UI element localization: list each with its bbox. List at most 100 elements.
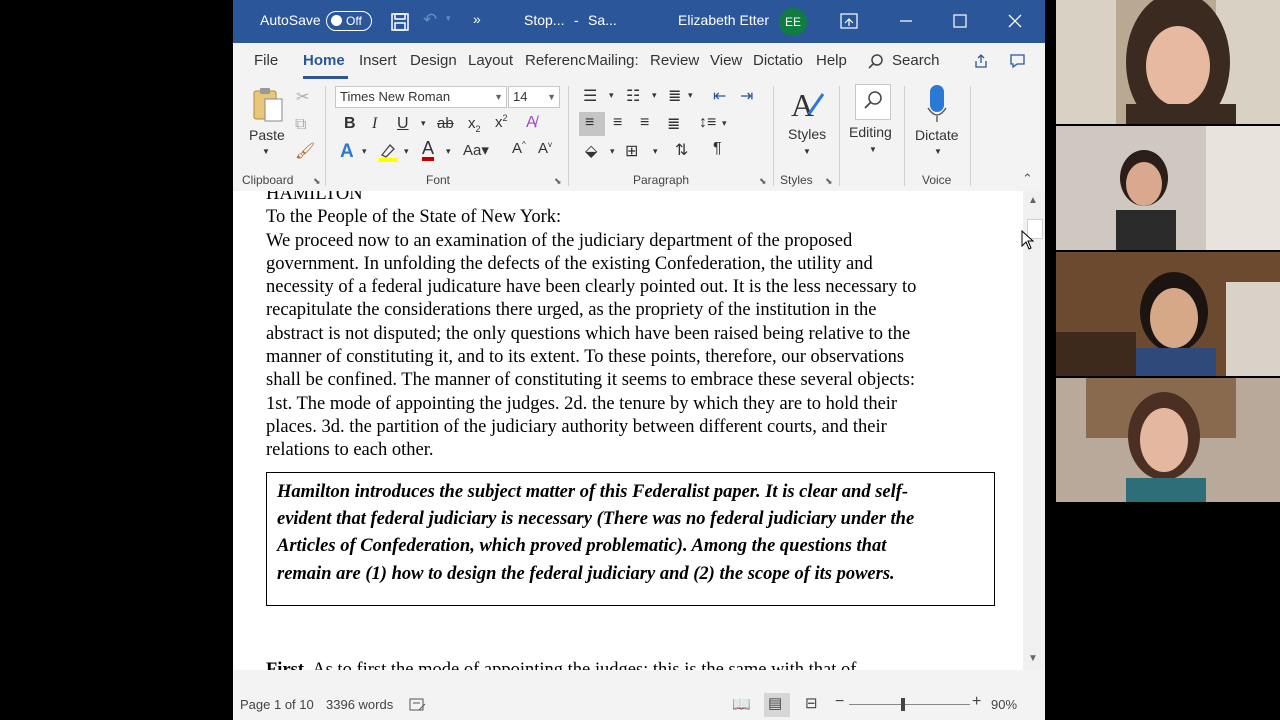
paste-dropdown-icon[interactable]: ▼ bbox=[262, 147, 270, 156]
font-size-dropdown-icon[interactable]: ▼ bbox=[547, 87, 556, 107]
copy-icon[interactable]: ⧉ bbox=[295, 116, 306, 134]
borders-dropdown-icon[interactable]: ▾ bbox=[653, 146, 658, 157]
shrink-font-icon[interactable]: Av bbox=[538, 140, 552, 157]
tab-view[interactable]: View bbox=[710, 52, 742, 69]
tab-home[interactable]: Home bbox=[303, 52, 345, 69]
find-icon[interactable] bbox=[856, 85, 890, 119]
tab-mailings[interactable]: Mailing: bbox=[587, 52, 639, 69]
proofing-icon[interactable] bbox=[409, 698, 427, 712]
collapse-ribbon-icon[interactable]: ⌃ bbox=[1022, 171, 1033, 187]
numbering-icon[interactable]: ☷ bbox=[626, 86, 640, 106]
participant-video-2[interactable] bbox=[1056, 126, 1280, 250]
show-formatting-marks-icon[interactable]: ¶ bbox=[713, 140, 722, 158]
font-color-icon[interactable]: A bbox=[422, 139, 435, 161]
zoom-level[interactable]: 90% bbox=[991, 697, 1017, 712]
subscript-icon[interactable]: x2 bbox=[468, 115, 481, 134]
zoom-in-icon[interactable]: + bbox=[972, 693, 981, 711]
font-name-dropdown-icon[interactable]: ▼ bbox=[494, 87, 503, 107]
share-icon[interactable] bbox=[973, 53, 989, 69]
save-icon[interactable] bbox=[390, 12, 410, 32]
tab-layout[interactable]: Layout bbox=[468, 52, 513, 69]
scroll-down-icon[interactable]: ▼ bbox=[1028, 653, 1038, 664]
font-size-combo[interactable]: 14 ▼ bbox=[508, 86, 560, 108]
document-body[interactable]: HAMILTON To the People of the State of N… bbox=[266, 191, 996, 463]
sort-icon[interactable]: ⇅ bbox=[675, 140, 688, 160]
tab-review[interactable]: Review bbox=[650, 52, 699, 69]
minimize-icon[interactable] bbox=[898, 13, 914, 29]
underline-dropdown-icon[interactable]: ▾ bbox=[421, 118, 426, 129]
editing-dropdown-icon[interactable]: ▼ bbox=[869, 145, 877, 154]
paste-icon[interactable] bbox=[251, 85, 285, 125]
numbering-dropdown-icon[interactable]: ▾ bbox=[652, 90, 657, 101]
multilevel-dropdown-icon[interactable]: ▾ bbox=[688, 90, 693, 101]
document-page[interactable]: HAMILTON To the People of the State of N… bbox=[233, 191, 1023, 670]
maximize-icon[interactable] bbox=[952, 13, 968, 29]
font-name-combo[interactable]: Times New Roman ▼ bbox=[335, 86, 507, 108]
search-icon[interactable] bbox=[867, 53, 885, 71]
styles-button[interactable]: Styles bbox=[788, 126, 826, 142]
zoom-out-icon[interactable]: − bbox=[835, 693, 844, 711]
font-launcher-icon[interactable]: ⬊ bbox=[554, 176, 562, 187]
participant-video-3[interactable] bbox=[1056, 252, 1280, 376]
read-mode-icon[interactable]: 📖 bbox=[732, 695, 751, 713]
paragraph-launcher-icon[interactable]: ⬊ bbox=[759, 176, 767, 187]
styles-launcher-icon[interactable]: ⬊ bbox=[825, 176, 833, 187]
text-effects-dropdown-icon[interactable]: ▾ bbox=[362, 146, 367, 157]
microphone-icon[interactable] bbox=[926, 84, 948, 124]
clear-formatting-icon[interactable]: A̸ bbox=[526, 114, 537, 132]
dictate-dropdown-icon[interactable]: ▼ bbox=[934, 147, 942, 156]
tab-references[interactable]: Referenc bbox=[525, 52, 586, 69]
styles-icon[interactable]: A bbox=[789, 86, 825, 122]
highlight-dropdown-icon[interactable]: ▾ bbox=[404, 146, 409, 157]
autosave-toggle[interactable]: Off bbox=[326, 11, 372, 31]
highlight-color-icon[interactable] bbox=[376, 141, 400, 163]
undo-dropdown-icon[interactable]: ▾ bbox=[446, 13, 451, 24]
tab-design[interactable]: Design bbox=[410, 52, 457, 69]
dictate-button[interactable]: Dictate bbox=[915, 127, 959, 143]
shading-icon[interactable]: ⬙ bbox=[585, 141, 597, 161]
superscript-icon[interactable]: x2 bbox=[495, 113, 508, 131]
close-icon[interactable] bbox=[1007, 13, 1023, 29]
participant-video-4[interactable] bbox=[1056, 378, 1280, 502]
user-avatar[interactable]: EE bbox=[779, 8, 807, 36]
commentary-box[interactable]: Hamilton introduces the subject matter o… bbox=[266, 472, 995, 606]
more-commands-icon[interactable]: » bbox=[473, 11, 481, 27]
paste-button[interactable]: Paste bbox=[249, 127, 285, 143]
strikethrough-icon[interactable]: ab bbox=[437, 115, 454, 132]
tab-file[interactable]: File bbox=[254, 52, 278, 69]
change-case-icon[interactable]: Aa▾ bbox=[463, 141, 489, 159]
ribbon-display-options-icon[interactable] bbox=[840, 13, 858, 29]
align-right-icon[interactable]: ≡ bbox=[640, 114, 649, 132]
comments-icon[interactable] bbox=[1009, 53, 1026, 69]
bold-icon[interactable]: B bbox=[344, 115, 356, 133]
web-layout-icon[interactable]: ⊟ bbox=[805, 694, 818, 712]
bullets-dropdown-icon[interactable]: ▾ bbox=[609, 90, 614, 101]
print-layout-icon[interactable]: ▤ bbox=[768, 694, 782, 712]
line-spacing-icon[interactable]: ↕≡ bbox=[699, 114, 716, 132]
tab-help[interactable]: Help bbox=[816, 52, 847, 69]
undo-icon[interactable]: ↶ bbox=[423, 10, 437, 30]
styles-dropdown-icon[interactable]: ▼ bbox=[803, 147, 811, 156]
page-count[interactable]: Page 1 of 10 bbox=[240, 697, 314, 712]
shading-dropdown-icon[interactable]: ▾ bbox=[610, 146, 615, 157]
editing-button[interactable]: Editing bbox=[849, 124, 892, 140]
align-left-icon[interactable]: ≡ bbox=[585, 114, 594, 132]
borders-icon[interactable]: ⊞ bbox=[625, 141, 638, 161]
line-spacing-dropdown-icon[interactable]: ▾ bbox=[722, 118, 727, 129]
italic-icon[interactable]: I bbox=[372, 115, 377, 133]
underline-icon[interactable]: U bbox=[397, 115, 409, 133]
justify-icon[interactable]: ≣ bbox=[667, 114, 680, 134]
multilevel-list-icon[interactable]: ≣ bbox=[668, 86, 681, 106]
participant-video-1[interactable] bbox=[1056, 0, 1280, 124]
format-painter-icon[interactable]: 🖌 bbox=[295, 141, 315, 161]
font-color-dropdown-icon[interactable]: ▾ bbox=[446, 146, 451, 157]
clipboard-launcher-icon[interactable]: ⬊ bbox=[313, 176, 321, 187]
tab-insert[interactable]: Insert bbox=[359, 52, 397, 69]
increase-indent-icon[interactable]: ⇥ bbox=[740, 86, 753, 106]
align-center-icon[interactable]: ≡ bbox=[613, 114, 622, 132]
tab-dictation[interactable]: Dictatio bbox=[753, 52, 803, 69]
word-count[interactable]: 3396 words bbox=[326, 697, 393, 712]
text-effects-icon[interactable]: A bbox=[340, 141, 354, 163]
zoom-slider-thumb[interactable] bbox=[900, 698, 905, 711]
scroll-up-icon[interactable]: ▲ bbox=[1028, 195, 1038, 206]
